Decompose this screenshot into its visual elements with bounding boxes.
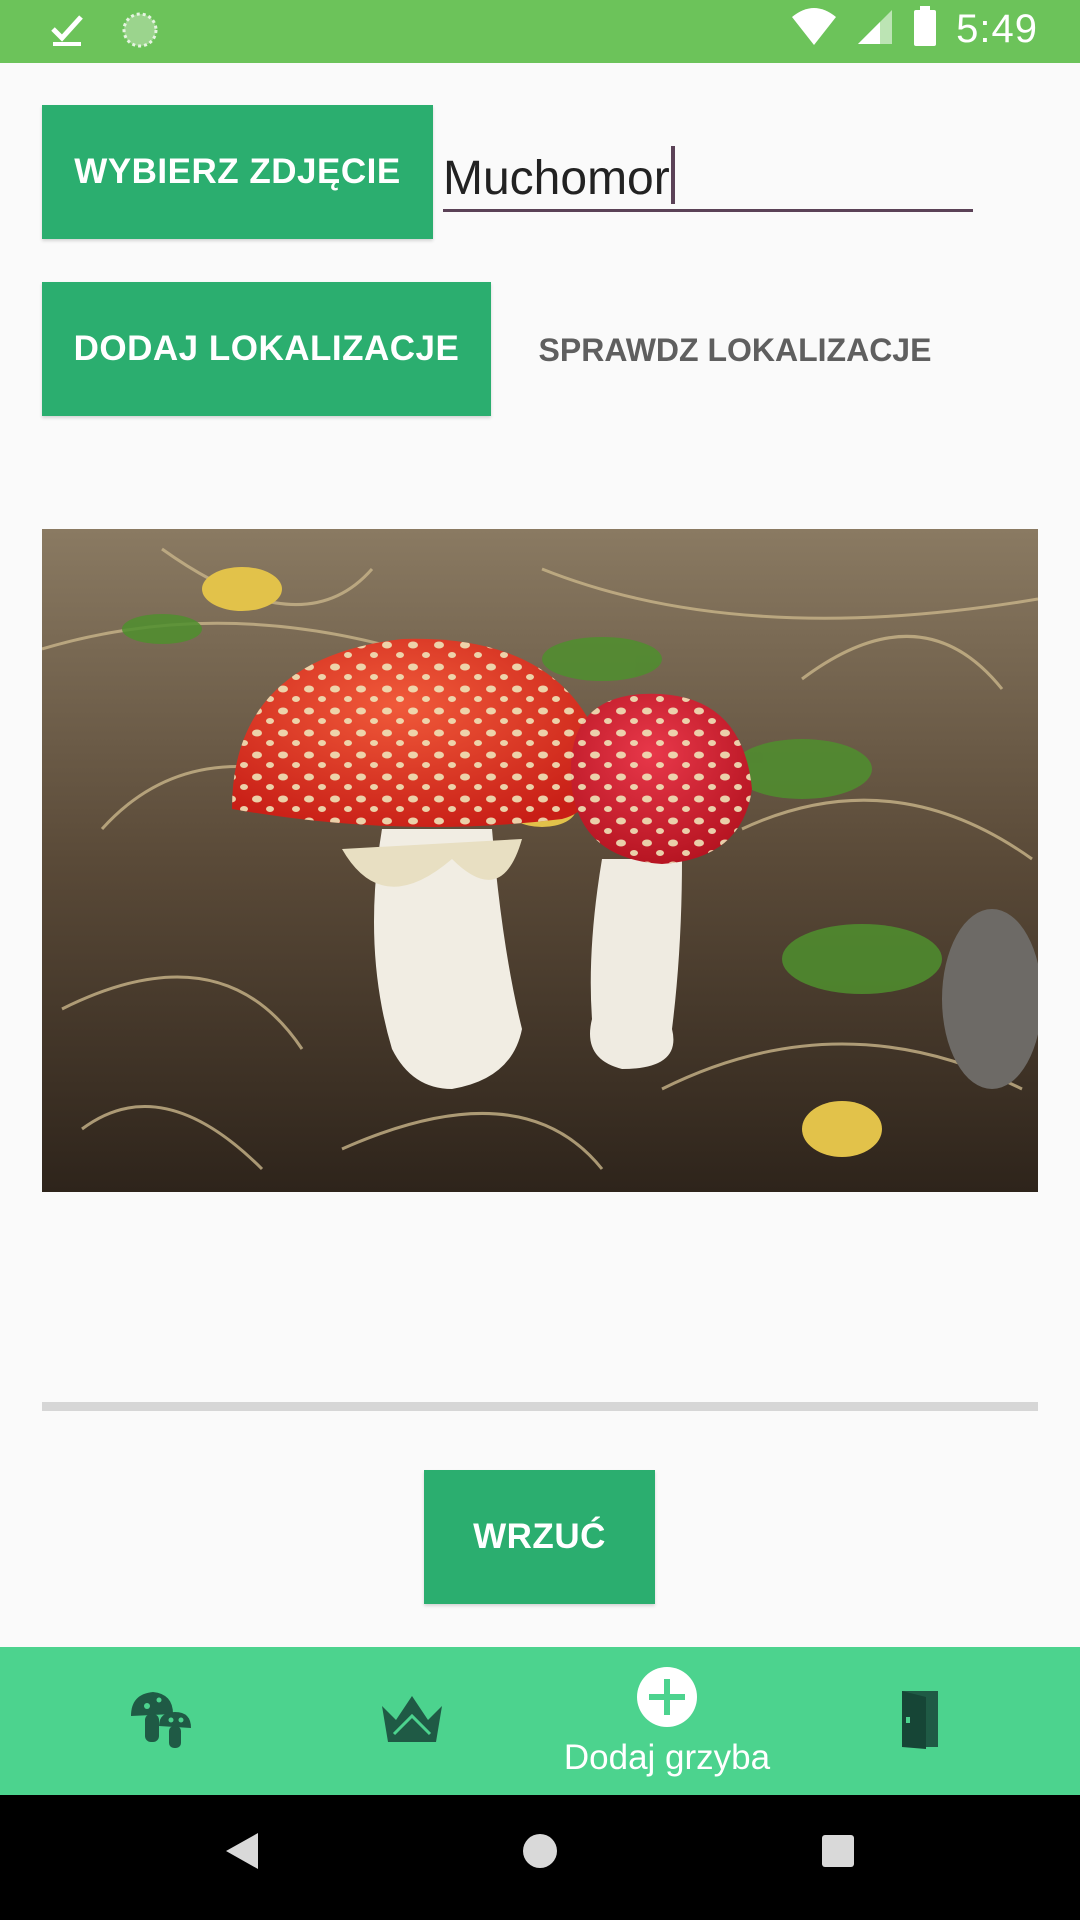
home-icon[interactable] [520,1831,560,1876]
system-navigation-bar [0,1795,1080,1920]
cell-signal-icon [856,8,894,51]
clock: 5:49 [956,7,1038,51]
bottom-navigation: Dodaj grzyba [0,1647,1080,1795]
nav-item-logout[interactable] [820,1647,1020,1795]
download-done-icon [50,13,84,52]
add-circle-icon [635,1665,699,1734]
nav-item-add-mushroom[interactable]: Dodaj grzyba [542,1647,792,1795]
nav-item-mushrooms[interactable] [60,1647,260,1795]
upload-button[interactable]: WRZUĆ [424,1470,655,1604]
upload-progress-bar [42,1402,1038,1411]
crown-icon [380,1694,444,1749]
wifi-icon [790,7,838,52]
field-underline [443,209,973,212]
nav-item-ranking[interactable] [312,1647,512,1795]
add-location-button[interactable]: DODAJ LOKALIZACJE [42,282,491,416]
check-location-button[interactable]: SPRAWDZ LOKALIZACJE [530,300,940,400]
mushroom-icon [127,1686,193,1757]
mushroom-name-text: Muchomor [443,152,670,205]
battery-icon [912,6,938,53]
door-exit-icon [898,1687,942,1756]
text-caret [670,146,675,204]
choose-photo-button[interactable]: WYBIERZ ZDJĘCIE [42,105,433,239]
mushroom-name-field[interactable]: Muchomor [443,136,973,212]
recents-icon[interactable] [820,1833,856,1874]
mushroom-name-value: Muchomor [443,146,675,206]
nav-label-add-mushroom: Dodaj grzyba [563,1737,771,1777]
sync-icon [120,10,160,55]
mushroom-photo [42,529,1038,1192]
status-bar: 5:49 [0,0,1080,63]
back-icon[interactable] [224,1831,260,1876]
